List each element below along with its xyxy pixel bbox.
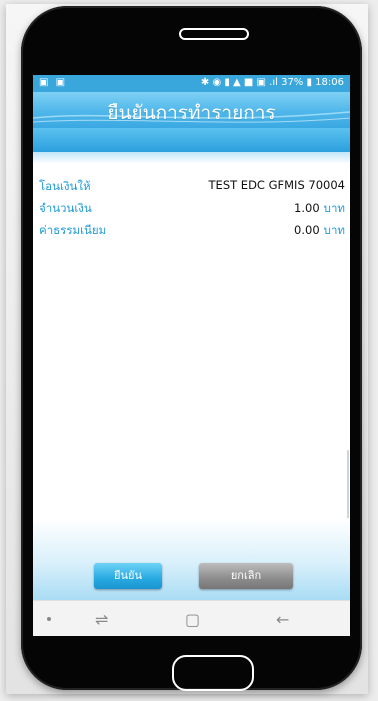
status-indicators: ✱ ◉ ▮ ▲ ■ ▣ .ıl 37% ▮ 18:06: [200, 77, 344, 88]
detail-row-amount: จำนวนเงิน 1.00 บาท: [39, 200, 345, 220]
header-fade: [33, 152, 350, 164]
notification-icons: ▣ ▣: [39, 77, 68, 88]
recipient-value: TEST EDC GFMIS 70004: [208, 178, 345, 192]
confirm-button[interactable]: ยืนยัน: [94, 563, 162, 589]
fee-value: 0.00 บาท: [294, 223, 345, 237]
phone-screen: ▣ ▣ ✱ ◉ ▮ ▲ ■ ▣ .ıl 37% ▮ 18:06 ยืนยันกา…: [33, 75, 350, 636]
amount-unit: บาท: [323, 201, 345, 215]
back-icon[interactable]: ←: [276, 610, 289, 629]
button-area: [33, 518, 350, 600]
hardware-home-button[interactable]: [172, 655, 254, 691]
android-nav-bar: ⇌ ▢ ←: [33, 600, 350, 636]
amount-value: 1.00 บาท: [294, 201, 345, 215]
cancel-button[interactable]: ยกเลิก: [199, 563, 293, 589]
amount-label: จำนวนเงิน: [39, 201, 92, 215]
home-icon[interactable]: ▢: [185, 610, 200, 629]
title-bar: ยืนยันการทำรายการ: [33, 92, 350, 128]
status-bar: ▣ ▣ ✱ ◉ ▮ ▲ ■ ▣ .ıl 37% ▮ 18:06: [33, 75, 350, 92]
header-band: [33, 128, 350, 152]
recipient-label: โอนเงินให้: [39, 179, 91, 193]
earpiece-speaker: [179, 28, 249, 40]
nav-dot-icon: [47, 617, 51, 621]
fee-label: ค่าธรรมเนียม: [39, 223, 107, 237]
page-title: ยืนยันการทำรายการ: [107, 102, 276, 124]
detail-row-recipient: โอนเงินให้ TEST EDC GFMIS 70004: [39, 178, 345, 198]
recent-apps-icon[interactable]: ⇌: [95, 610, 108, 629]
fee-unit: บาท: [323, 223, 345, 237]
detail-row-fee: ค่าธรรมเนียม 0.00 บาท: [39, 222, 345, 242]
